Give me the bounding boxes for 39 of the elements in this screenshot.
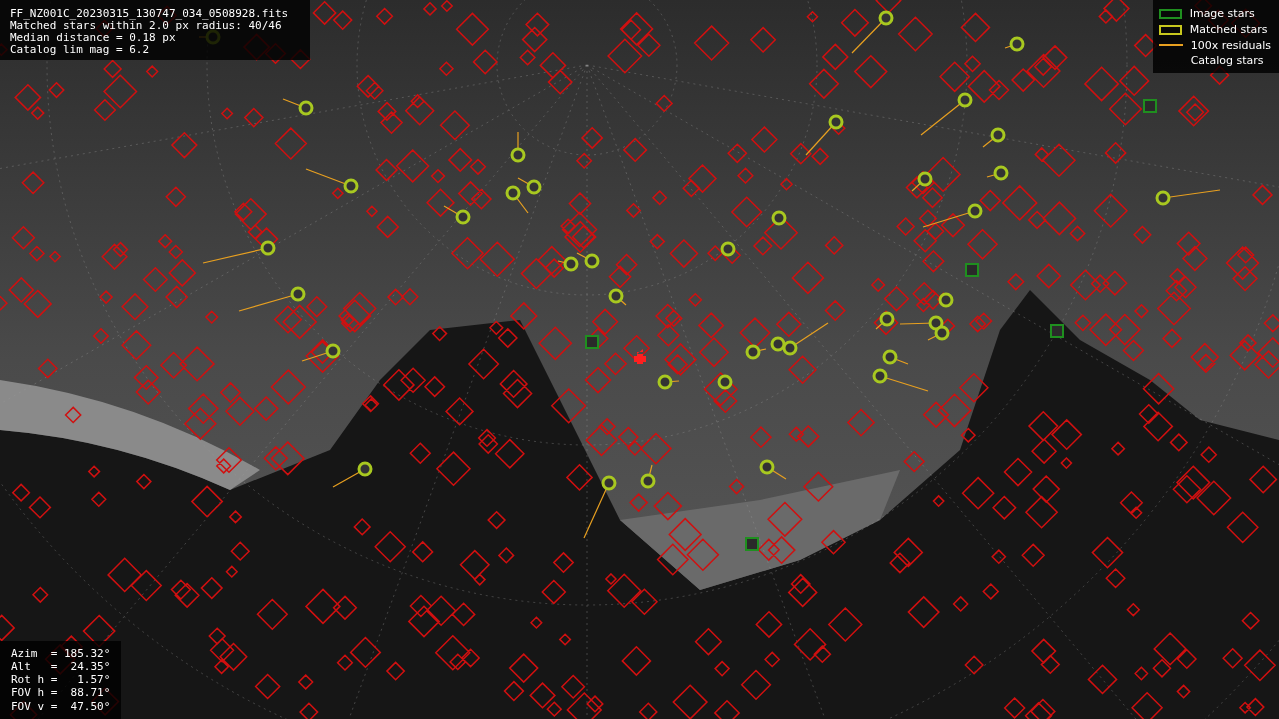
matched-star-marker — [1004, 36, 1025, 52]
matched-star-marker — [872, 368, 929, 392]
matched-star-marker — [443, 205, 471, 225]
matched-star-marker — [238, 286, 306, 312]
matched-star-marker — [759, 459, 787, 480]
matched-star-marker — [745, 344, 767, 360]
pointing-text: Azim = 185.32° — [11, 646, 112, 660]
matched-star-marker — [986, 165, 1009, 181]
matched-star-marker — [805, 114, 844, 156]
info-text: Median distance = 0.18 px — [10, 32, 177, 44]
pointing-text: Rot h = 1.57° — [11, 673, 112, 687]
matched-star-marker — [583, 475, 617, 539]
matched-star-marker — [282, 98, 314, 116]
matched-star-marker — [576, 252, 600, 269]
matched-star-marker — [332, 461, 373, 488]
info-text: FF_NZ001C_20230315_130747_034_0508928.fits — [10, 8, 290, 20]
matched-star-marker — [657, 374, 680, 390]
legend-label: Catalog stars — [1190, 54, 1264, 68]
matched-star-marker — [920, 92, 973, 136]
legend-label: Image stars — [1189, 7, 1255, 21]
matched-star-marker — [882, 349, 909, 365]
info-text: Matched stars within 2.0 px radius: 40/46 — [10, 20, 282, 32]
matched-star-marker — [640, 464, 656, 489]
matched-star-marker — [510, 131, 526, 163]
info-text: Catalog lim mag = 6.2 — [10, 44, 151, 56]
matched-star-marker — [301, 343, 341, 362]
pointing-text: FOV v = 47.50° — [11, 699, 112, 713]
matched-star-marker — [875, 311, 895, 330]
matched-star-marker — [911, 171, 933, 192]
matched-star-marker — [922, 203, 983, 228]
pointing-text: FOV h = 88.71° — [11, 686, 112, 700]
legend-label: 100x residuals — [1190, 38, 1271, 52]
matched-star-marker — [305, 168, 359, 194]
matched-star-marker — [982, 127, 1006, 148]
matched-star-marker — [1155, 189, 1221, 206]
legend-label: Matched stars — [1189, 23, 1268, 37]
pointing-text: Alt = 24.35° — [11, 659, 112, 674]
matched-star-marker — [557, 256, 579, 272]
matched-star-marker — [851, 10, 894, 54]
